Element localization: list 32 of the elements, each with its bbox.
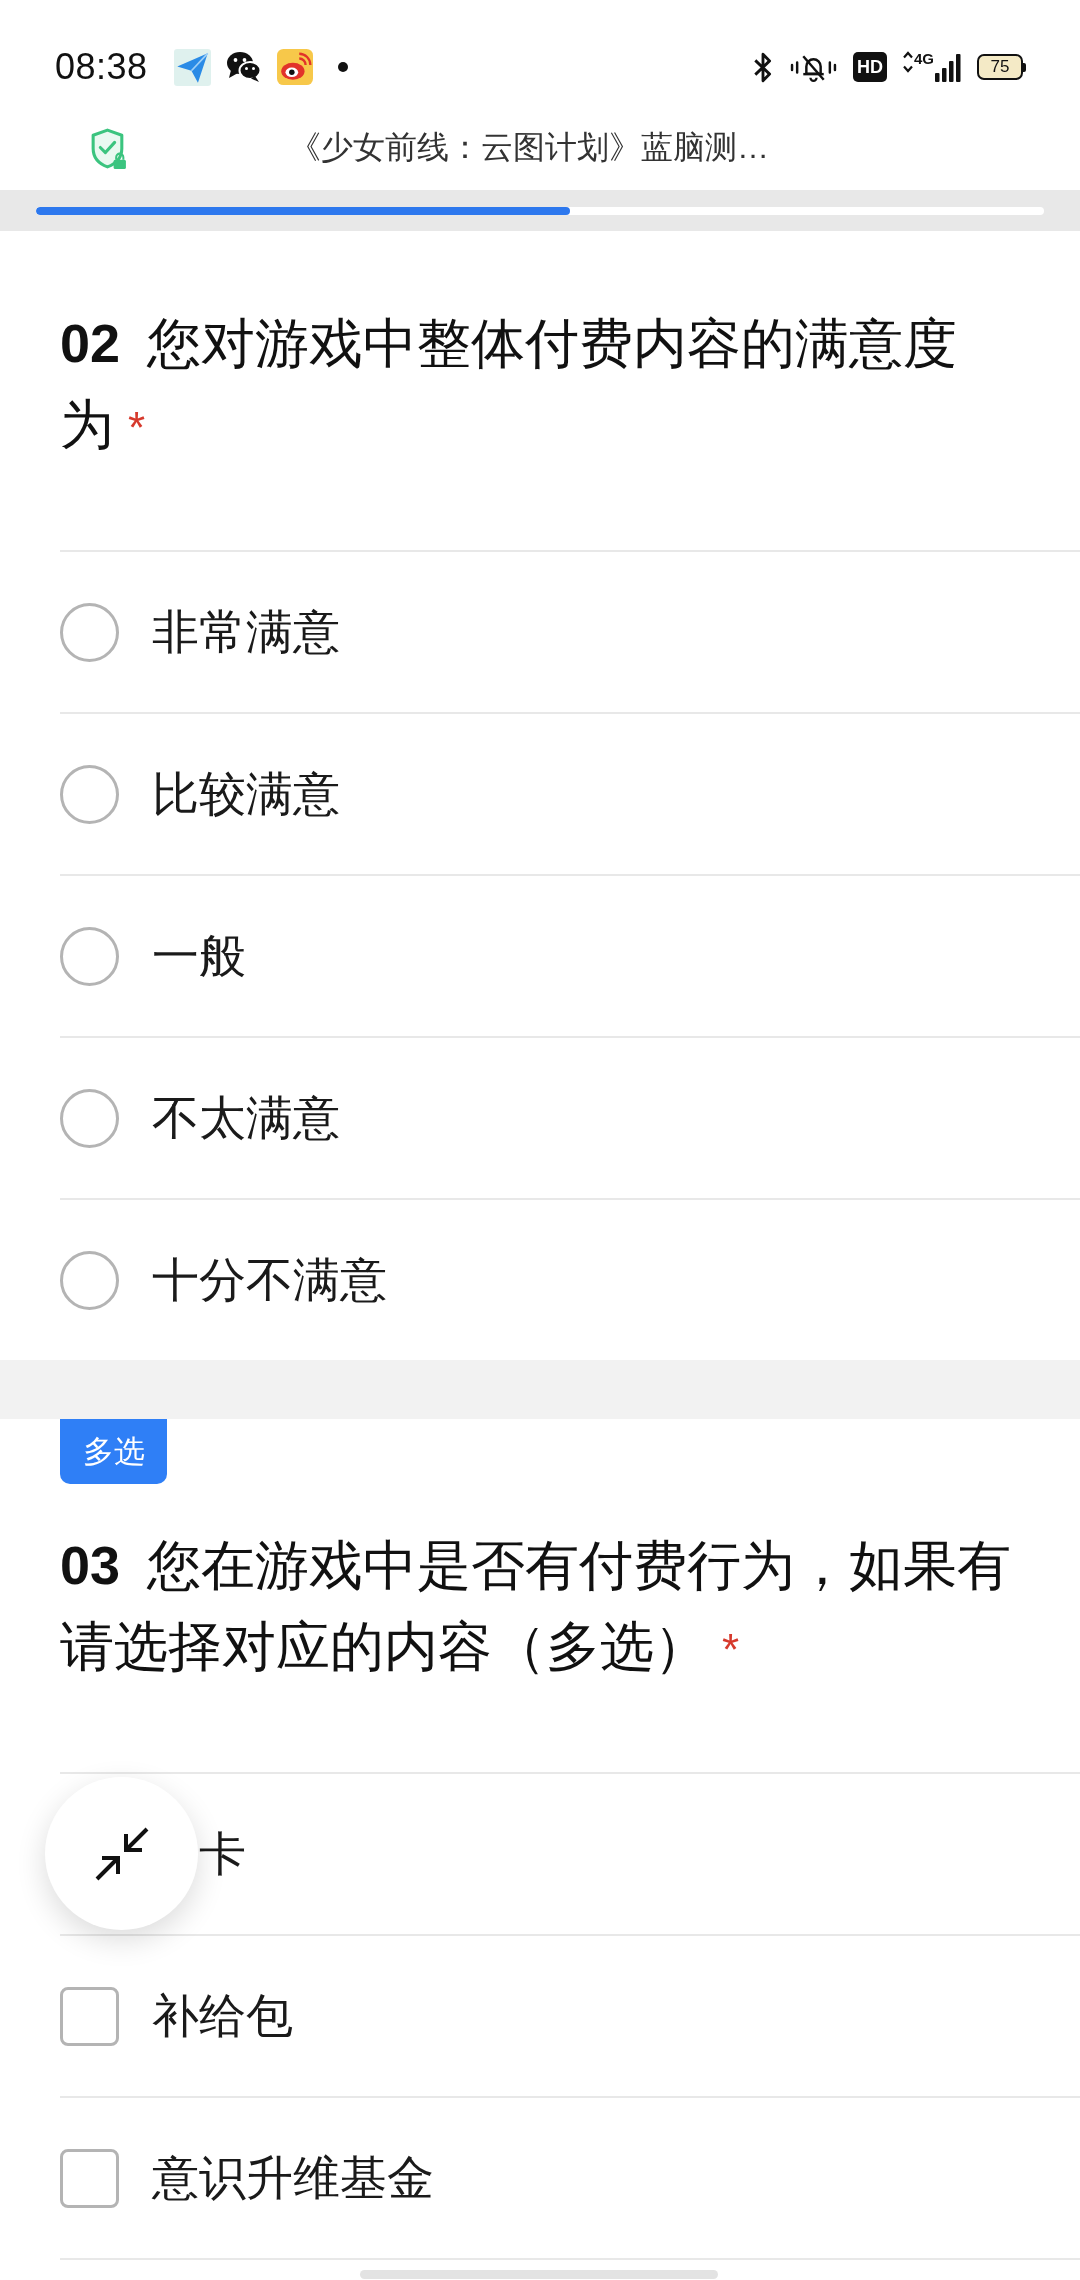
chat-bubbles-icon: [225, 51, 262, 83]
question-title: 03 您在游戏中是否有付费行为，如果有请选择对应的内容（多选） *: [60, 1534, 1013, 1678]
option-label[interactable]: 不太满意: [152, 1086, 340, 1150]
option-label[interactable]: 卡: [199, 1822, 246, 1886]
battery-indicator: 75: [977, 54, 1026, 80]
option-label[interactable]: 意识升维基金: [152, 2146, 434, 2210]
collapse-icon: [94, 1826, 149, 1881]
question-title: 02 您对游戏中整体付费内容的满意度为 *: [60, 312, 959, 456]
network-type-label: 4G: [914, 51, 934, 66]
radio-button[interactable]: [60, 764, 119, 824]
notification-dot-icon: [337, 62, 348, 72]
checkbox[interactable]: [60, 2148, 119, 2208]
eye-app-icon: [276, 49, 313, 85]
bluetooth-icon: [752, 50, 774, 84]
hd-badge: HD: [853, 52, 887, 82]
radio-button[interactable]: [60, 926, 119, 986]
paper-plane-icon: [173, 48, 211, 86]
signal-bars-icon: [935, 53, 961, 83]
option-label[interactable]: 非常满意: [152, 600, 340, 664]
shield-check-icon: [90, 126, 127, 170]
radio-button[interactable]: [60, 602, 119, 662]
option-label[interactable]: 比较满意: [152, 762, 340, 826]
data-arrows-icon: [903, 51, 913, 73]
option-label[interactable]: 补给包: [152, 1984, 293, 2048]
checkbox[interactable]: [60, 1986, 119, 2046]
page-title: 《少女前线：云图计划》蓝脑测…: [289, 128, 769, 167]
option-label[interactable]: 十分不满意: [152, 1248, 387, 1312]
radio-button[interactable]: [60, 1250, 119, 1310]
status-time: 08:38: [55, 46, 148, 88]
option-label[interactable]: 一般: [152, 924, 246, 988]
question-type-tag: 多选: [60, 1419, 167, 1484]
radio-button[interactable]: [60, 1088, 119, 1148]
